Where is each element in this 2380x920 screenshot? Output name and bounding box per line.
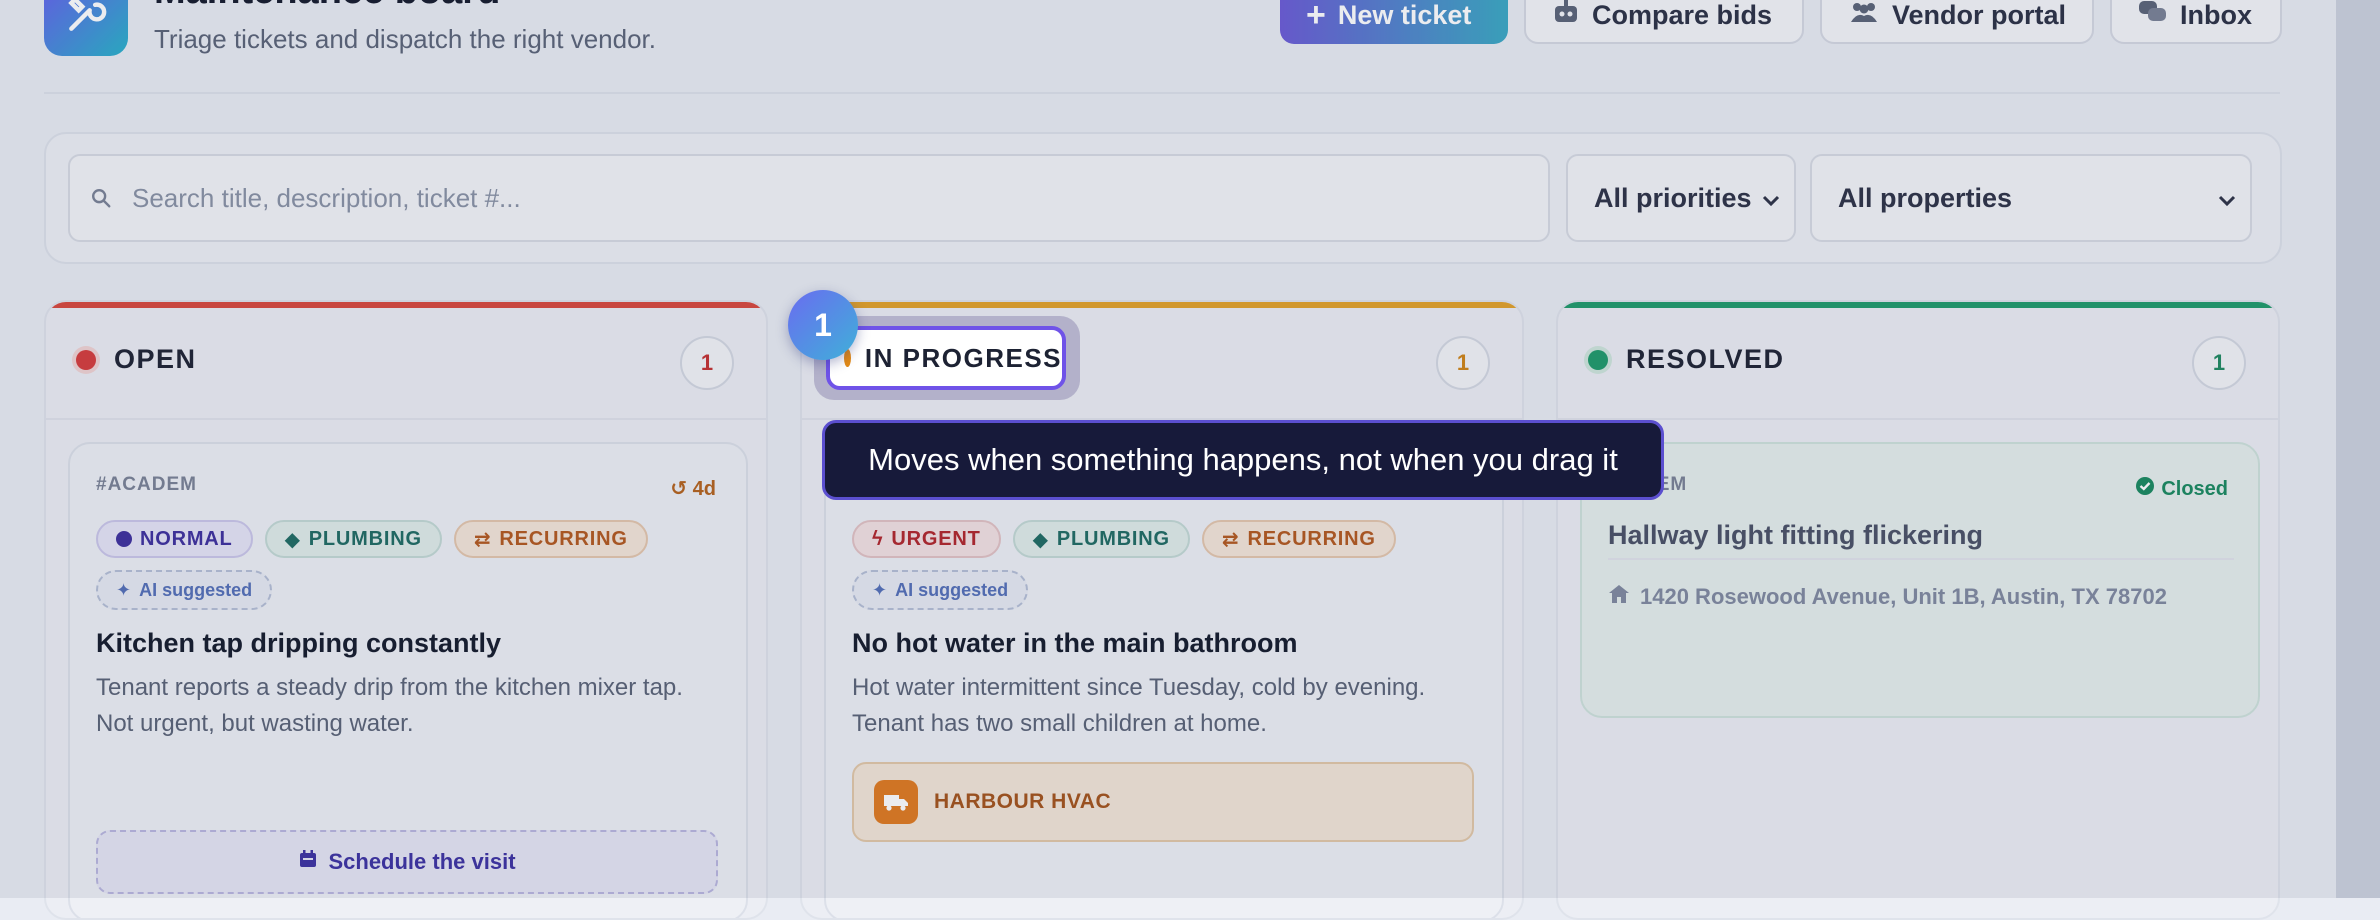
maintenance-board-page: Maintenance board Triage tickets and dis… (0, 0, 2380, 920)
highlighted-column-title: IN PROGRESS (826, 326, 1066, 390)
tour-tooltip[interactable]: Moves when something happens, not when y… (822, 420, 1664, 500)
tour-step-badge: 1 (788, 290, 858, 360)
